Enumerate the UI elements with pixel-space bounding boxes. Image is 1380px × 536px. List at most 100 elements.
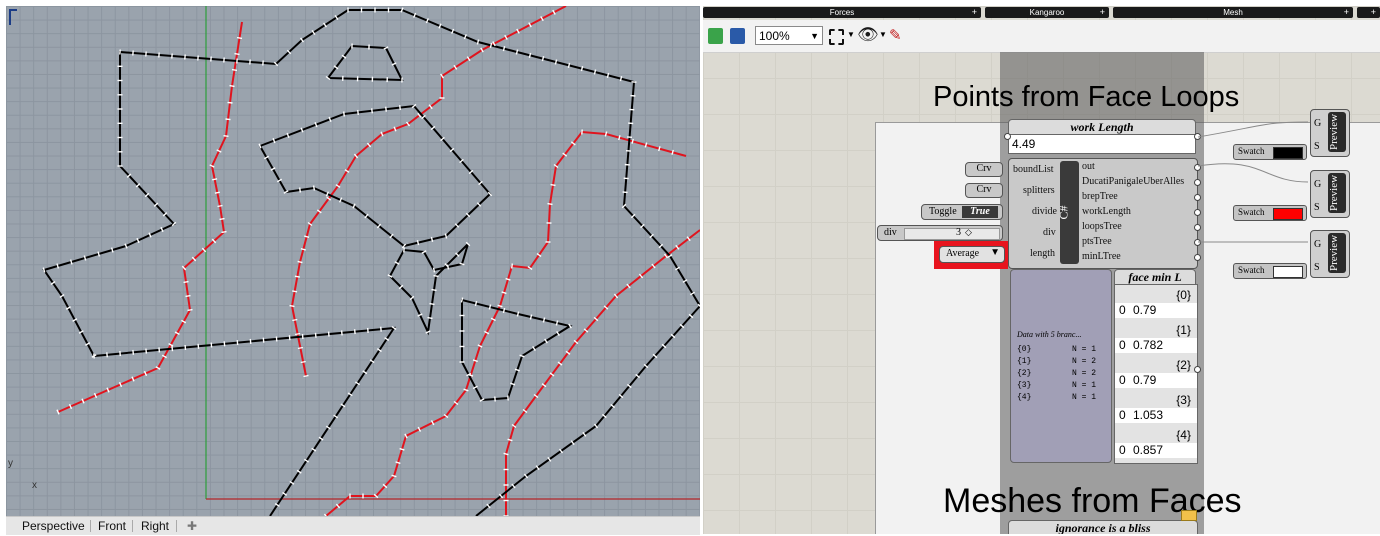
division-point-marker xyxy=(425,330,431,334)
division-point-marker xyxy=(554,59,558,65)
division-point-marker xyxy=(417,313,423,317)
division-point-marker xyxy=(430,236,434,242)
wire xyxy=(1197,121,1309,138)
division-point-marker xyxy=(209,164,215,168)
division-point-marker xyxy=(489,42,493,48)
division-point-marker xyxy=(304,235,310,238)
division-point-marker xyxy=(431,288,437,292)
division-point-marker xyxy=(171,346,174,352)
tab-divider xyxy=(132,520,133,532)
division-point-marker xyxy=(187,308,193,312)
division-point-marker xyxy=(145,348,148,354)
division-point-marker xyxy=(618,135,621,141)
division-point-marker xyxy=(399,447,405,451)
division-point-marker xyxy=(463,34,467,40)
division-point-marker xyxy=(529,314,533,320)
wires xyxy=(1197,121,1309,243)
division-point-marker xyxy=(56,409,60,415)
division-point-marker xyxy=(231,68,238,72)
division-point-marker xyxy=(488,304,492,310)
division-point-marker xyxy=(644,142,648,148)
division-point-marker xyxy=(81,398,85,404)
division-point-marker xyxy=(631,138,634,144)
grasshopper-canvas[interactable]: Forces + Kangaroo + Mesh + + 100% ▼ ▼ 👁 … xyxy=(703,6,1380,534)
plus-icon[interactable]: ✚ xyxy=(187,519,197,533)
division-point-marker xyxy=(671,149,674,155)
division-point-marker xyxy=(385,106,387,112)
division-point-marker xyxy=(223,135,229,137)
division-point-marker xyxy=(474,300,478,307)
tab-right[interactable]: Right xyxy=(141,519,169,533)
division-point-marker xyxy=(619,76,623,82)
division-point-marker xyxy=(658,146,661,152)
division-point-marker xyxy=(56,263,60,269)
black-face-loop-curve[interactable] xyxy=(259,104,492,248)
tab-divider xyxy=(90,520,91,532)
division-point-marker xyxy=(292,318,298,322)
division-point-marker xyxy=(338,197,343,203)
division-point-marker xyxy=(106,387,110,393)
division-point-marker xyxy=(217,204,223,208)
division-point-marker xyxy=(288,335,291,341)
tab-perspective[interactable]: Perspective xyxy=(22,519,85,533)
division-point-marker xyxy=(357,109,359,115)
bottom-panel-title[interactable]: ignorance is a bliss xyxy=(1008,520,1198,534)
division-point-marker xyxy=(143,370,148,377)
black-face-loop-curve[interactable] xyxy=(389,243,469,336)
division-point-marker xyxy=(438,23,442,29)
division-point-marker xyxy=(515,49,519,55)
red-boundary-curve[interactable] xyxy=(505,229,700,516)
division-point-marker xyxy=(580,66,584,72)
division-point-marker xyxy=(477,344,483,348)
division-point-marker xyxy=(303,374,309,378)
division-point-marker xyxy=(212,178,218,181)
division-point-marker xyxy=(118,381,123,388)
division-point-marker xyxy=(432,267,436,273)
division-point-marker xyxy=(503,452,509,456)
division-point-marker xyxy=(400,7,404,13)
division-point-marker xyxy=(476,39,480,45)
black-face-loop-curve[interactable] xyxy=(93,326,396,516)
division-point-marker xyxy=(68,403,73,410)
tab-front[interactable]: Front xyxy=(98,519,126,533)
tab-divider xyxy=(176,520,177,532)
black-face-loop-curve[interactable] xyxy=(42,9,700,516)
division-point-marker xyxy=(214,191,220,194)
division-point-marker xyxy=(236,340,239,346)
division-point-marker xyxy=(416,240,420,246)
division-point-marker xyxy=(93,392,98,399)
division-point-marker xyxy=(511,263,513,269)
division-point-marker xyxy=(395,461,401,465)
division-point-marker xyxy=(132,349,135,355)
division-point-marker xyxy=(547,202,553,206)
division-point-marker xyxy=(501,291,507,295)
rhino-viewport[interactable]: y x xyxy=(6,6,700,516)
division-point-marker xyxy=(399,105,401,111)
viewport-corner-marker xyxy=(9,9,17,25)
division-point-marker xyxy=(219,217,225,221)
division-point-marker xyxy=(234,52,240,56)
division-point-marker xyxy=(136,237,140,244)
division-point-marker xyxy=(528,52,532,58)
division-point-marker xyxy=(567,62,571,68)
division-point-marker xyxy=(160,226,164,233)
red-boundary-curve[interactable] xyxy=(57,21,243,413)
division-point-marker xyxy=(286,132,290,138)
division-point-marker xyxy=(343,111,345,117)
division-point-marker xyxy=(225,118,231,121)
division-point-marker xyxy=(425,18,429,24)
black-face-loop-curve[interactable] xyxy=(327,44,404,82)
division-point-marker xyxy=(197,343,200,349)
division-point-marker xyxy=(83,255,87,261)
division-point-marker xyxy=(328,116,332,122)
division-point-marker xyxy=(294,332,301,336)
division-point-marker xyxy=(429,302,435,306)
division-point-marker xyxy=(300,127,304,133)
division-point-marker xyxy=(110,247,114,253)
division-point-marker xyxy=(507,438,513,442)
division-point-marker xyxy=(236,36,243,40)
division-point-marker xyxy=(502,307,506,314)
division-point-marker xyxy=(312,185,316,191)
wire xyxy=(1197,163,1309,183)
division-point-marker xyxy=(97,251,101,257)
